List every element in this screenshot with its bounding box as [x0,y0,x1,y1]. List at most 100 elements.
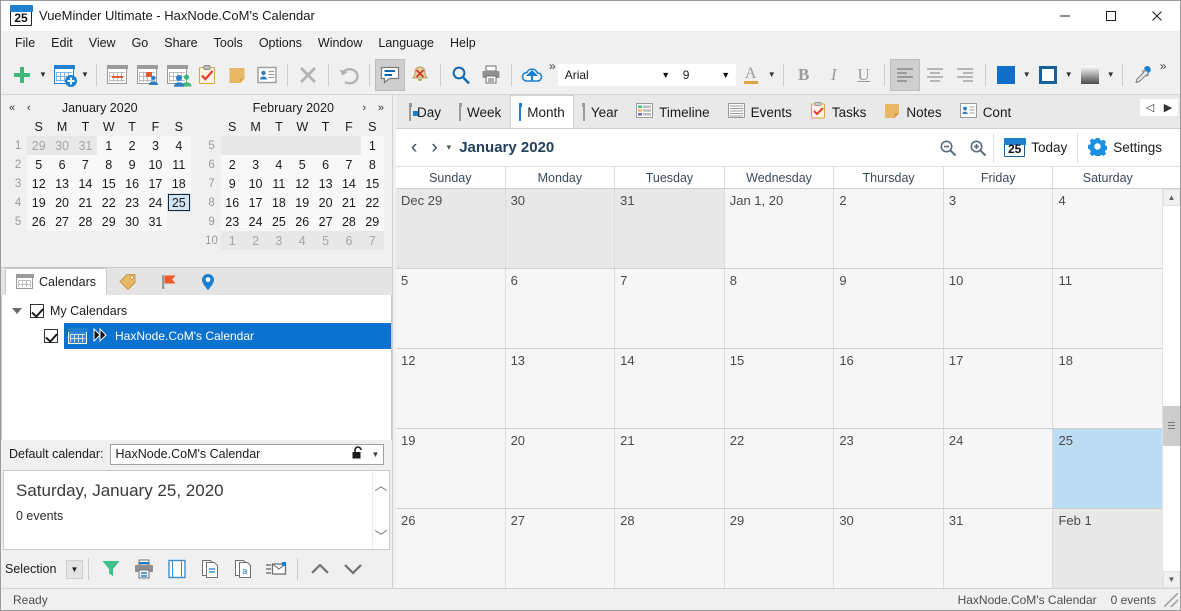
tab-notes[interactable]: Notes [875,95,950,128]
minical-week-number[interactable]: 5 [9,212,27,231]
menu-item-window[interactable]: Window [310,33,370,53]
minical-day-cell[interactable]: 13 [313,174,338,193]
minical-day-cell[interactable]: 27 [313,212,338,231]
new-calendar-button[interactable] [49,59,79,91]
tab-tasks[interactable]: Tasks [801,95,876,128]
minical-day-cell[interactable]: 24 [243,212,268,231]
minical-day-cell[interactable]: 11 [167,155,191,174]
minical-day-cell[interactable]: 28 [73,212,98,231]
minical-day-cell[interactable]: 22 [360,193,384,212]
new-note-button[interactable] [222,59,252,91]
settings-button[interactable]: Settings [1077,132,1172,163]
chevron-down-icon[interactable]: ▼ [66,559,83,579]
minical-day-cell[interactable]: 15 [360,174,384,193]
month-day-cell[interactable]: Feb 1 [1053,509,1163,588]
minical-day-cell[interactable]: 17 [143,174,168,193]
month-day-cell[interactable]: 15 [724,349,835,428]
minical-day-cell[interactable]: 30 [50,136,74,155]
minical-day-cell[interactable]: 1 [220,231,244,250]
month-grid[interactable]: Dec 29 30 31 Jan 1, 20 2 3 4 5 6 7 8 9 10 11 12 13 14 15 1… [396,189,1163,588]
unlock-icon[interactable] [348,445,368,463]
minical-day-cell[interactable] [243,136,268,155]
minical-day-cell[interactable]: 8 [97,155,121,174]
minical-day-cell[interactable]: 29 [360,212,384,231]
minical-day-cell[interactable]: 5 [27,155,51,174]
maximize-button[interactable] [1088,1,1134,31]
month-day-cell[interactable]: 31 [943,509,1054,588]
detail-scrollbar[interactable]: ︿ ﹀ [372,471,389,549]
month-day-cell[interactable]: 27 [505,509,616,588]
minical-day-cell[interactable]: 20 [313,193,338,212]
gradient-dropdown[interactable]: ▼ [1105,59,1117,91]
minical-day-cell[interactable]: 29 [27,136,51,155]
minical-grid[interactable]: S M T W T F S 1 29 30 31 1 2 3 4 2 5 6 7 8 9 10 11 3 12 13 14 15 16 1… [9,117,191,231]
tab-contacts[interactable]: Cont [951,95,1021,128]
minical-day-cell[interactable]: 12 [290,174,314,193]
minical-grid[interactable]: S M T W T F S 5 1 6 2 3 4 5 6 7 8 7 9 10 11 12 13 14 15 8 16 17 18 19… [203,117,384,250]
minical-day-cell[interactable] [313,136,338,155]
month-day-cell[interactable]: 16 [834,349,944,428]
font-size-combo[interactable]: 9 ▼ [675,63,736,86]
month-day-cell[interactable]: 18 [1053,349,1163,428]
minical-day-cell[interactable]: 21 [73,193,98,212]
month-day-cell[interactable]: 29 [724,509,835,588]
minical-day-cell[interactable]: 4 [167,136,191,155]
sidebar-tab-tags[interactable] [107,268,149,295]
month-day-cell[interactable]: 20 [505,429,616,508]
menu-item-options[interactable]: Options [251,33,310,53]
sidebar-tab-calendars[interactable]: Calendars [5,268,107,295]
minical-week-number[interactable]: 5 [203,136,221,155]
month-day-cell[interactable]: 13 [505,349,616,428]
menu-item-share[interactable]: Share [156,33,205,53]
menu-item-help[interactable]: Help [442,33,484,53]
minical-day-cell[interactable]: 12 [27,174,51,193]
month-day-cell[interactable]: 10 [943,269,1054,348]
border-color-dropdown[interactable]: ▼ [1063,59,1075,91]
minical-day-cell[interactable]: 18 [167,174,191,193]
minical-day-cell[interactable]: 31 [73,136,98,155]
minical-day-cell[interactable]: 1 [97,136,121,155]
minical-day-cell[interactable]: 8 [360,155,384,174]
tab-day[interactable]: Day [400,95,450,128]
month-day-cell[interactable]: 4 [1053,189,1163,268]
zoom-out-button[interactable] [933,133,963,163]
nav-next-button[interactable]: › [424,137,444,159]
minical-day-cell[interactable] [220,136,244,155]
month-day-cell[interactable]: 21 [615,429,725,508]
tab-scroll-right-button[interactable]: ▶ [1160,101,1176,114]
minimize-button[interactable] [1042,1,1088,31]
minical-day-cell[interactable]: 2 [243,231,268,250]
month-day-cell[interactable]: 30 [505,189,616,268]
month-day-cell[interactable]: 30 [834,509,944,588]
month-day-cell[interactable]: 14 [615,349,725,428]
undo-button[interactable] [334,59,364,91]
scroll-track[interactable] [1163,206,1180,571]
menu-item-view[interactable]: View [81,33,124,53]
minical-day-cell[interactable]: 6 [313,155,338,174]
minical-day-cell[interactable]: 4 [267,155,291,174]
close-button[interactable] [1134,1,1180,31]
minical-week-number[interactable]: 1 [9,136,27,155]
scroll-down-button[interactable] [336,554,369,584]
chevron-down-icon[interactable]: ﹀ [374,526,387,545]
tab-year[interactable]: Year [574,95,627,128]
today-button[interactable]: 25 Today [993,132,1077,163]
minical-day-cell[interactable]: 28 [337,212,361,231]
minical-day-cell[interactable]: 13 [50,174,74,193]
new-task-list-button[interactable] [192,59,222,91]
fill-color-button[interactable] [991,59,1021,91]
month-day-cell[interactable]: 11 [1053,269,1163,348]
minical-week-number[interactable]: 3 [9,174,27,193]
search-button[interactable] [446,59,476,91]
minical-day-cell[interactable]: 10 [143,155,168,174]
default-calendar-combo[interactable]: HaxNode.CoM's Calendar ▼ [109,443,384,465]
month-day-cell[interactable]: 19 [396,429,506,508]
minical-week-number[interactable]: 4 [9,193,27,212]
minical-day-cell[interactable]: 17 [243,193,268,212]
align-right-button[interactable] [950,59,980,91]
minical-day-cell[interactable]: 5 [313,231,338,250]
minical-day-cell[interactable]: 23 [220,212,244,231]
italic-button[interactable]: I [819,59,849,91]
tab-week[interactable]: Week [450,95,510,128]
new-item-button[interactable] [7,59,37,91]
